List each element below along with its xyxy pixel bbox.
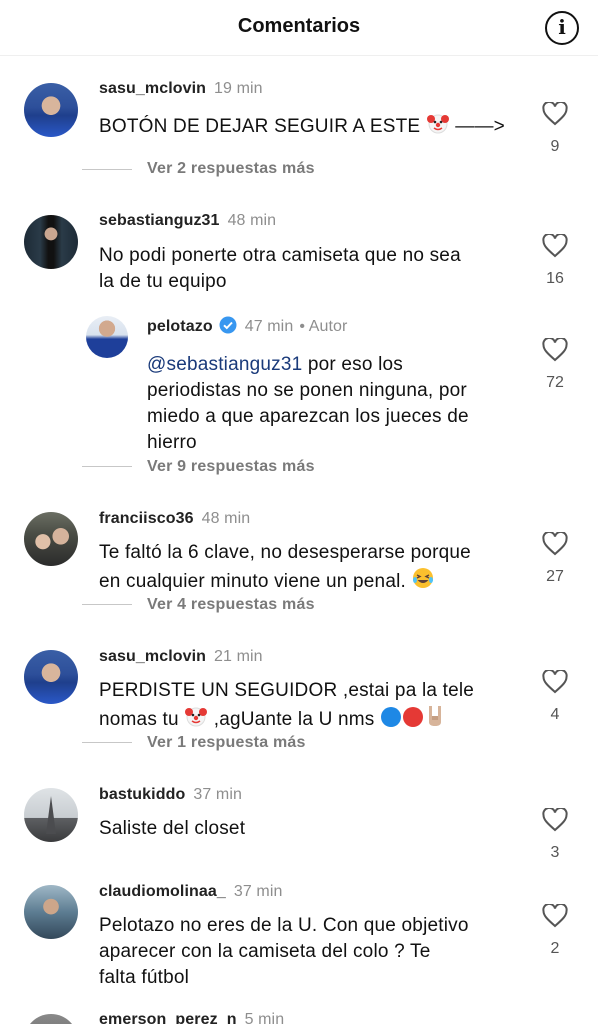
avatar[interactable]	[24, 83, 78, 137]
like-button[interactable]: 72	[538, 338, 572, 392]
comment-time: 5 min	[244, 1011, 285, 1024]
view-replies-button[interactable]: Ver 2 respuestas más	[147, 160, 315, 178]
comment-username[interactable]: bastukiddo 37 min	[99, 786, 242, 804]
avatar[interactable]	[24, 885, 78, 939]
like-count: 9	[550, 138, 560, 155]
comment-text: PERDISTE UN SEGUIDOR ,estai pa la tele n…	[99, 678, 474, 736]
comment-time: 19 min	[214, 80, 263, 97]
heart-icon	[542, 808, 568, 832]
like-count: 2	[550, 940, 560, 957]
comment-time: 48 min	[227, 212, 277, 229]
comment-time: 48 min	[201, 510, 251, 527]
comment-username[interactable]: sasu_mclovin 21 min	[99, 648, 263, 666]
like-button[interactable]: 27	[538, 532, 572, 586]
comment-text: Pelotazo no eres de la U. Con que objeti…	[99, 915, 469, 988]
like-count: 72	[546, 374, 564, 391]
like-count: 4	[550, 706, 560, 723]
heart-icon	[542, 102, 568, 126]
divider-line	[82, 604, 132, 605]
like-count: 16	[546, 270, 564, 287]
comment-time: 47 min	[244, 318, 294, 335]
comment-username[interactable]: sasu_mclovin 19 min	[99, 80, 263, 98]
mention-link[interactable]: @sebastianguz31	[147, 354, 302, 375]
laughing-icon	[411, 566, 435, 598]
verified-badge-icon	[219, 316, 237, 339]
clown-icon	[426, 111, 450, 143]
avatar[interactable]	[24, 650, 78, 704]
avatar[interactable]	[24, 512, 78, 566]
divider-line	[82, 466, 132, 467]
comment-text: Saliste del closet	[99, 818, 246, 839]
comment-username[interactable]: emerson_perez_n 5 min	[99, 1011, 284, 1024]
rock-on-hand-icon	[424, 704, 446, 736]
like-button[interactable]: 16	[538, 234, 572, 288]
author-label: • Autor	[299, 318, 348, 335]
page-title: Comentarios	[237, 15, 361, 37]
avatar[interactable]	[86, 316, 128, 358]
view-replies-button[interactable]: Ver 4 respuestas más	[147, 596, 315, 614]
like-count: 27	[546, 568, 564, 585]
comment-username[interactable]: pelotazo 47 min • Autor	[147, 316, 347, 339]
avatar[interactable]	[24, 788, 78, 842]
avatar[interactable]	[24, 1014, 78, 1024]
heart-icon	[542, 904, 568, 928]
info-icon[interactable]: i	[545, 11, 579, 45]
clown-icon	[184, 704, 208, 736]
heart-icon	[542, 532, 568, 556]
comment-text: Te faltó la 6 clave, no desesperarse por…	[99, 540, 471, 598]
comments-header: Comentarios i	[0, 0, 598, 56]
avatar[interactable]	[24, 215, 78, 269]
blue-circle-icon	[380, 706, 402, 736]
like-button[interactable]: 2	[538, 904, 572, 958]
red-circle-icon	[402, 706, 424, 736]
like-button[interactable]: 9	[538, 102, 572, 156]
divider-line	[82, 742, 132, 743]
comment-text: @sebastianguz31 por eso los periodistas …	[147, 354, 469, 453]
divider-line	[82, 169, 132, 170]
heart-icon	[542, 670, 568, 694]
comment-time: 37 min	[233, 883, 283, 900]
like-button[interactable]: 4	[538, 670, 572, 724]
like-button[interactable]: 3	[538, 808, 572, 862]
view-replies-button[interactable]: Ver 9 respuestas más	[147, 458, 315, 476]
like-count: 3	[550, 844, 560, 861]
comment-username[interactable]: sebastianguz31 48 min	[99, 212, 276, 230]
comment-time: 37 min	[193, 786, 242, 803]
view-replies-button[interactable]: Ver 1 respuesta más	[147, 734, 306, 752]
heart-icon	[542, 338, 568, 362]
heart-icon	[542, 234, 568, 258]
comment-text: No podi ponerte otra camiseta que no sea…	[99, 245, 461, 292]
comment-time: 21 min	[214, 648, 263, 665]
comment-username[interactable]: franciisco36 48 min	[99, 510, 250, 528]
comment-username[interactable]: claudiomolinaa_ 37 min	[99, 883, 283, 901]
comment-text: BOTÓN DE DEJAR SEGUIR A ESTE ——>	[99, 111, 505, 143]
